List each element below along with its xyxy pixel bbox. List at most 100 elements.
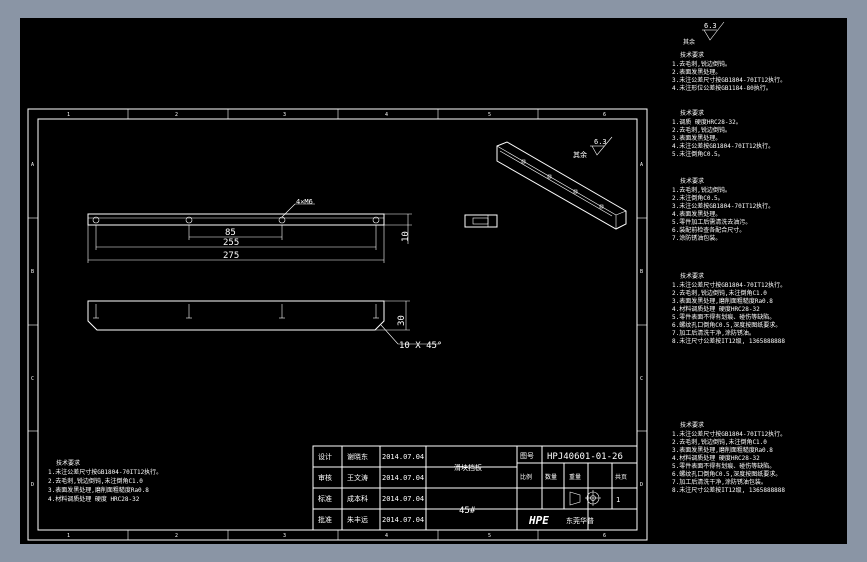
dim-85: 85: [225, 228, 236, 238]
svg-text:7.涂防锈油包装。: 7.涂防锈油包装。: [672, 234, 721, 242]
svg-text:8.未注尺寸公差按IT12级, 1365888888: 8.未注尺寸公差按IT12级, 1365888888: [672, 486, 785, 494]
svg-text:7.加工后清洗干净,涂防锈油。: 7.加工后清洗干净,涂防锈油。: [672, 329, 755, 337]
svg-text:D: D: [31, 482, 34, 488]
side-note-2: 技术要求 1.调质 硬度HRC28-32。 2.去毛刺,锐边倒钝。 3.表面发黑…: [672, 109, 774, 158]
svg-text:6.螺纹孔口倒角C0.5,深度按图纸要求。: 6.螺纹孔口倒角C0.5,深度按图纸要求。: [672, 470, 781, 478]
dim-holes: 4×M6: [296, 198, 313, 206]
svg-text:3.未注公差尺寸按GB1804-70IT12执行。: 3.未注公差尺寸按GB1804-70IT12执行。: [672, 76, 786, 84]
svg-text:8.未注尺寸公差按IT12级, 1365888888: 8.未注尺寸公差按IT12级, 1365888888: [672, 337, 785, 345]
svg-text:1: 1: [67, 533, 70, 539]
svg-text:2.表面发黑处理。: 2.表面发黑处理。: [672, 68, 721, 76]
svg-text:4.未注公差按GB1804-70IT12执行。: 4.未注公差按GB1804-70IT12执行。: [672, 142, 774, 150]
svg-text:4.表面发黑处理。: 4.表面发黑处理。: [672, 210, 721, 218]
side-note-5: 技术要求 1.未注公差尺寸按GB1804-70IT12执行。 2.去毛刺,锐边倒…: [672, 421, 786, 494]
svg-text:2.未注倒角C0.5。: 2.未注倒角C0.5。: [672, 194, 724, 202]
roughness-symbol-main: 其余 6.3: [573, 136, 613, 159]
name-review: 王文涛: [347, 473, 368, 482]
dim-30: 30: [397, 315, 407, 326]
date-approve: 2014.07.04: [382, 516, 424, 524]
side-note-4: 技术要求 1.未注公差尺寸按GB1804-70IT12执行。 2.去毛刺,锐边倒…: [672, 272, 786, 345]
svg-text:6.3: 6.3: [594, 138, 607, 146]
svg-text:1.去毛刺,锐边倒钝。: 1.去毛刺,锐边倒钝。: [672, 186, 731, 194]
drawing-number: HPJ40601-01-26: [547, 452, 623, 462]
svg-text:技术要求: 技术要求: [680, 177, 704, 185]
role-review: 审核: [318, 473, 332, 482]
col-qty: 数量: [545, 473, 557, 481]
svg-text:4.材料调质处理 硬度HRC28-32: 4.材料调质处理 硬度HRC28-32: [672, 454, 760, 462]
svg-text:技术要求: 技术要求: [56, 459, 80, 467]
svg-text:4.材料调质处理 硬度 HRC28-32: 4.材料调质处理 硬度 HRC28-32: [48, 495, 140, 503]
material: 45#: [459, 506, 476, 516]
svg-text:6: 6: [603, 112, 606, 118]
role-standard: 标准: [318, 494, 332, 503]
svg-text:4.未注形位公差按GB1184-80执行。: 4.未注形位公差按GB1184-80执行。: [672, 84, 772, 92]
svg-text:1.去毛刺,锐边倒钝。: 1.去毛刺,锐边倒钝。: [672, 60, 731, 68]
svg-text:2: 2: [175, 533, 178, 539]
svg-text:1.未注公差尺寸按GB1804-70IT12执行。: 1.未注公差尺寸按GB1804-70IT12执行。: [672, 281, 786, 289]
svg-text:3.表面发黑处理,磨削面粗糙度Ra0.8: 3.表面发黑处理,磨削面粗糙度Ra0.8: [672, 297, 773, 305]
svg-text:3.表面发黑处理。: 3.表面发黑处理。: [672, 134, 721, 142]
svg-text:3: 3: [283, 533, 286, 539]
svg-text:1.未注公差尺寸按GB1804-70IT12执行。: 1.未注公差尺寸按GB1804-70IT12执行。: [48, 468, 162, 476]
svg-text:6.螺纹孔口倒角C0.5,深度按图纸要求。: 6.螺纹孔口倒角C0.5,深度按图纸要求。: [672, 321, 781, 329]
svg-text:1: 1: [67, 112, 70, 118]
svg-text:其余: 其余: [683, 38, 695, 46]
side-note-1: 技术要求 1.去毛刺,锐边倒钝。 2.表面发黑处理。 3.未注公差尺寸按GB18…: [672, 51, 786, 92]
roughness-symbol-side: 其余 6.3: [683, 21, 725, 46]
company-name: 东莞华普: [566, 516, 594, 525]
svg-text:2.去毛刺,锐边倒钝。: 2.去毛刺,锐边倒钝。: [672, 126, 731, 134]
svg-text:5.零件表面不得有划痕、碰伤等缺陷。: 5.零件表面不得有划痕、碰伤等缺陷。: [672, 313, 775, 321]
dim-275: 275: [223, 251, 239, 261]
side-section[interactable]: [464, 214, 498, 228]
svg-text:5.未注倒角C0.5。: 5.未注倒角C0.5。: [672, 150, 724, 158]
svg-text:5: 5: [488, 533, 491, 539]
svg-text:4: 4: [385, 112, 388, 118]
front-view[interactable]: 4×M6 85 255 275 10: [87, 198, 412, 263]
top-view[interactable]: 30 10 X 45°: [87, 300, 442, 351]
svg-text:B: B: [640, 269, 643, 275]
cad-drawing: 1 2 3 4 5 6 1 2 3 4 5 6 A B C D A B C D …: [27, 21, 786, 541]
name-approve: 朱丰远: [347, 515, 368, 524]
date-design: 2014.07.04: [382, 453, 424, 461]
cad-viewport[interactable]: 1 2 3 4 5 6 1 2 3 4 5 6 A B C D A B C D …: [20, 18, 847, 544]
svg-text:1.调质 硬度HRC28-32。: 1.调质 硬度HRC28-32。: [672, 118, 742, 126]
svg-text:5: 5: [488, 112, 491, 118]
company-logo: HPE: [528, 514, 549, 527]
svg-text:B: B: [31, 269, 34, 275]
date-standard: 2014.07.04: [382, 495, 424, 503]
role-approve: 批准: [318, 515, 332, 524]
drawing-no-label: 图号: [520, 452, 534, 460]
date-review: 2014.07.04: [382, 474, 424, 482]
svg-text:3: 3: [283, 112, 286, 118]
svg-text:6: 6: [603, 533, 606, 539]
svg-text:技术要求: 技术要求: [680, 421, 704, 429]
name-design: 谢晓东: [347, 452, 368, 461]
role-design: 设计: [318, 452, 332, 461]
col-scale: 比例: [520, 473, 532, 481]
col-pages: 共页: [615, 473, 627, 481]
svg-text:3.表面发黑处理,磨削面粗糙度Ra0.8: 3.表面发黑处理,磨削面粗糙度Ra0.8: [48, 486, 149, 494]
svg-text:2.去毛刺,锐边倒钝,未注倒角C1.0: 2.去毛刺,锐边倒钝,未注倒角C1.0: [672, 289, 767, 297]
dim-255: 255: [223, 238, 239, 248]
svg-text:4.材料调质处理 硬度HRC28-32: 4.材料调质处理 硬度HRC28-32: [672, 305, 760, 313]
svg-text:其余: 其余: [573, 150, 587, 159]
svg-text:A: A: [31, 162, 34, 168]
svg-text:5.零件表面不得有划痕、碰伤等缺陷。: 5.零件表面不得有划痕、碰伤等缺陷。: [672, 462, 775, 470]
isometric-view[interactable]: [496, 141, 627, 230]
tech-requirements: 技术要求 1.未注公差尺寸按GB1804-70IT12执行。 2.去毛刺,锐边倒…: [48, 459, 162, 503]
projection-symbol-icon: [569, 490, 601, 506]
dim-chamfer: 10 X 45°: [399, 341, 442, 351]
svg-text:1.未注公差尺寸按GB1804-70IT12执行。: 1.未注公差尺寸按GB1804-70IT12执行。: [672, 430, 786, 438]
svg-text:2.去毛刺,锐边倒钝,未注倒角C1.0: 2.去毛刺,锐边倒钝,未注倒角C1.0: [48, 477, 143, 485]
svg-text:技术要求: 技术要求: [680, 272, 704, 280]
svg-text:C: C: [640, 376, 643, 382]
svg-text:3.未注公差按GB1804-70IT12执行。: 3.未注公差按GB1804-70IT12执行。: [672, 202, 774, 210]
dim-10: 10: [401, 231, 411, 242]
svg-text:6.装配前检查各配合尺寸。: 6.装配前检查各配合尺寸。: [672, 226, 745, 234]
svg-text:6.3: 6.3: [704, 22, 717, 30]
name-standard: 成本科: [347, 494, 368, 503]
svg-text:5.零件加工后需清洗去油污。: 5.零件加工后需清洗去油污。: [672, 218, 751, 226]
svg-text:技术要求: 技术要求: [680, 51, 704, 59]
svg-text:A: A: [640, 162, 643, 168]
side-note-3: 技术要求 1.去毛刺,锐边倒钝。 2.未注倒角C0.5。 3.未注公差按GB18…: [672, 177, 774, 242]
